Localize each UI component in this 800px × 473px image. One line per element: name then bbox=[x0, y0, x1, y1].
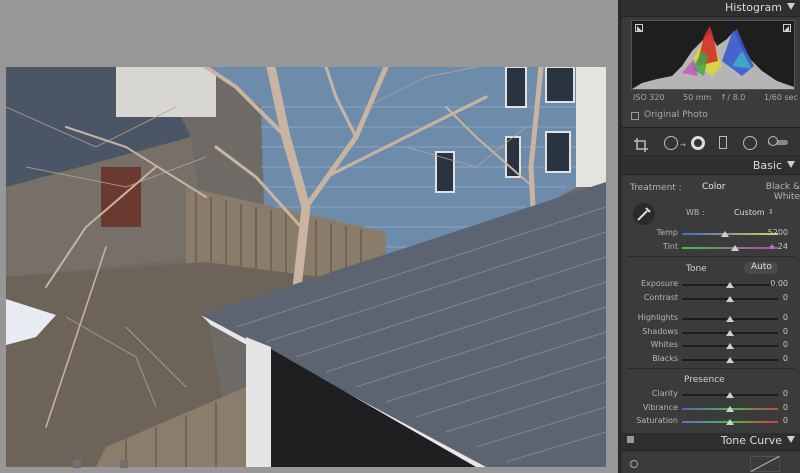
original-photo-checkbox[interactable] bbox=[631, 112, 639, 120]
contrast-slider-knob[interactable] bbox=[726, 295, 734, 302]
original-photo-label: Original Photo bbox=[644, 110, 708, 120]
tint-label: Tint bbox=[662, 241, 678, 251]
treatment-bw-button[interactable]: Black & White bbox=[737, 182, 800, 202]
filmstrip-marker bbox=[73, 460, 81, 468]
vibrance-slider-knob[interactable] bbox=[726, 405, 734, 412]
basic-title: Basic bbox=[752, 159, 782, 172]
white-balance-eyedropper-icon[interactable] bbox=[632, 202, 656, 230]
blacks-label: Blacks bbox=[652, 353, 678, 363]
spot-removal-arrow-icon: → bbox=[680, 141, 686, 149]
iso-readout: ISO 320 bbox=[633, 93, 665, 102]
saturation-value[interactable]: 0 bbox=[758, 416, 788, 425]
tint-slider-knob[interactable] bbox=[730, 244, 739, 251]
collapse-triangle-icon[interactable] bbox=[787, 161, 795, 168]
shutter-readout: 1/60 sec bbox=[764, 93, 798, 102]
tone-curve-title: Tone Curve bbox=[720, 434, 782, 447]
exposure-slider-knob[interactable] bbox=[726, 282, 734, 288]
filmstrip-marker bbox=[120, 460, 128, 468]
red-eye-icon[interactable] bbox=[691, 136, 705, 150]
treatment-label: Treatment : bbox=[630, 183, 682, 193]
tone-title: Tone bbox=[686, 264, 707, 274]
temp-label: Temp bbox=[656, 228, 678, 237]
auto-tone-button[interactable]: Auto bbox=[744, 262, 778, 274]
filmstrip-markers bbox=[0, 455, 618, 473]
clarity-label: Clarity bbox=[651, 389, 678, 398]
tool-strip: → bbox=[622, 127, 800, 157]
vibrance-value[interactable]: 0 bbox=[758, 403, 788, 412]
treatment-color-button[interactable]: Color bbox=[702, 182, 726, 192]
tone-curve-header[interactable]: Tone Curve bbox=[622, 433, 800, 451]
saturation-slider-knob[interactable] bbox=[726, 419, 734, 425]
highlights-slider-knob[interactable] bbox=[726, 316, 734, 322]
wb-preset-dropdown[interactable]: Custom bbox=[734, 208, 765, 217]
auto-tone-label: Auto bbox=[751, 262, 772, 272]
whites-value[interactable]: 0 bbox=[758, 340, 788, 349]
shadows-slider-knob[interactable] bbox=[726, 329, 734, 336]
exposure-label: Exposure bbox=[640, 279, 678, 288]
wb-dropdown-arrows-icon: ⇕ bbox=[768, 208, 774, 216]
highlights-label: Highlights bbox=[637, 313, 678, 322]
adjustment-brush-tip-icon bbox=[768, 136, 778, 146]
photo-canvas bbox=[0, 0, 618, 473]
wb-label: WB : bbox=[686, 208, 705, 217]
vibrance-label: Vibrance bbox=[642, 402, 678, 412]
clarity-value[interactable]: 0 bbox=[758, 389, 788, 398]
whites-slider-knob[interactable] bbox=[726, 343, 734, 349]
separator bbox=[627, 256, 795, 257]
shadows-label: Shadows bbox=[642, 326, 678, 336]
develop-right-panel: Histogram ISO 320 50 mm f / 8.0 1/60 sec… bbox=[618, 0, 800, 473]
blacks-slider-knob[interactable] bbox=[726, 356, 734, 363]
photo-preview[interactable] bbox=[6, 67, 606, 467]
tone-curve-preview-icon bbox=[749, 455, 781, 473]
contrast-value[interactable]: 0 bbox=[758, 293, 788, 302]
spot-removal-icon[interactable] bbox=[664, 136, 678, 150]
saturation-label: Saturation bbox=[636, 416, 678, 425]
highlight-clipping-icon[interactable] bbox=[783, 24, 791, 32]
radial-filter-icon[interactable] bbox=[743, 136, 757, 150]
tone-curve-target-icon[interactable] bbox=[630, 460, 638, 468]
separator bbox=[627, 368, 795, 369]
shadow-clipping-icon[interactable] bbox=[635, 24, 643, 32]
clarity-slider-knob[interactable] bbox=[726, 392, 734, 398]
contrast-label: Contrast bbox=[643, 292, 678, 302]
collapse-triangle-icon[interactable] bbox=[787, 436, 795, 443]
aperture-readout: f / 8.0 bbox=[722, 93, 746, 102]
basic-header[interactable]: Basic bbox=[622, 158, 800, 175]
focal-length-readout: 50 mm bbox=[683, 93, 712, 102]
crop-overlay-icon[interactable] bbox=[634, 137, 648, 156]
collapse-triangle-icon[interactable] bbox=[787, 3, 795, 10]
temp-slider-knob[interactable] bbox=[721, 231, 730, 237]
highlights-value[interactable]: 0 bbox=[758, 313, 788, 322]
whites-label: Whites bbox=[650, 340, 678, 349]
histogram-title: Histogram bbox=[724, 1, 782, 14]
histogram-graph[interactable] bbox=[631, 20, 795, 90]
presence-title: Presence bbox=[684, 375, 725, 385]
graduated-filter-icon[interactable] bbox=[719, 136, 727, 149]
histogram-header[interactable]: Histogram bbox=[622, 0, 800, 17]
temp-value[interactable]: 5200 bbox=[758, 228, 788, 237]
exposure-value[interactable]: 0.00 bbox=[758, 279, 788, 288]
panel-toggle-icon[interactable] bbox=[627, 436, 634, 443]
blacks-value[interactable]: 0 bbox=[758, 354, 788, 363]
tint-value[interactable]: + 24 bbox=[758, 242, 788, 251]
shadows-value[interactable]: 0 bbox=[758, 327, 788, 336]
